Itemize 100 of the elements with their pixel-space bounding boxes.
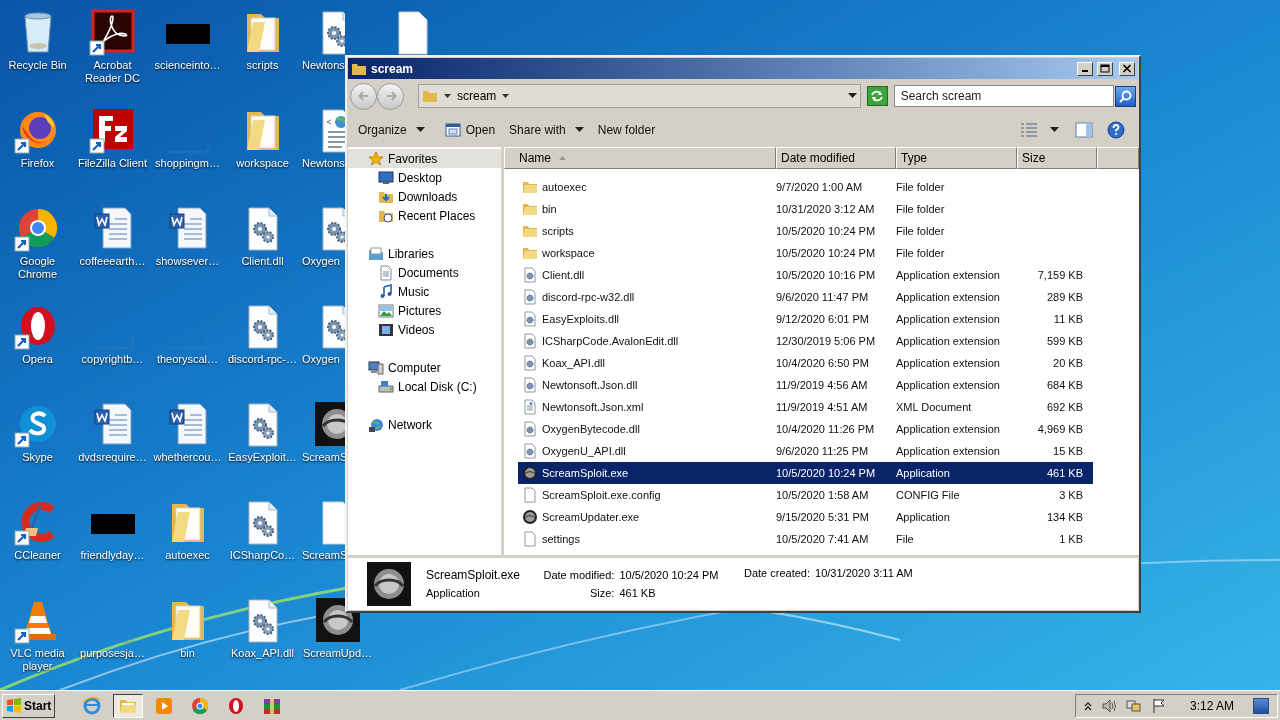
desktop-icon-label[interactable]: scripts (225, 59, 300, 72)
desktop-icon-label[interactable]: theoryscal… (150, 353, 225, 366)
desktop-icon-label[interactable]: Opera (0, 353, 75, 366)
desktop-icon-label[interactable]: scienceinto… (150, 59, 225, 72)
nav-item[interactable]: Favorites (348, 149, 501, 168)
desktop-icon-label[interactable]: Koax_API.dll (225, 647, 300, 660)
nav-item[interactable]: Videos (348, 320, 501, 339)
nav-item[interactable]: Computer (348, 358, 501, 377)
caret-icon[interactable] (502, 93, 510, 99)
search-button[interactable] (1115, 85, 1136, 107)
desktop-icon-label[interactable]: dvdsrequire… (75, 451, 150, 464)
library-icon (368, 245, 384, 262)
desktop-icon-label[interactable]: FileZilla Client (75, 157, 150, 170)
desktop-icon-label[interactable]: Oxygen (300, 353, 340, 366)
clock[interactable]: 3:12 AM (1189, 696, 1234, 715)
nav-item[interactable]: Recent Places (348, 206, 501, 225)
desktop-icon-label[interactable]: Newtons (300, 157, 345, 170)
desktop-icon-label[interactable]: Acrobat Reader DC (75, 59, 150, 85)
desktop-icon-label[interactable]: ICSharpCo… (225, 549, 300, 562)
music-note-icon (378, 283, 394, 300)
desktop-icon-label[interactable]: showsever… (150, 255, 225, 268)
desktop-icon-label[interactable]: Oxygen (300, 255, 340, 268)
network-icon[interactable] (1125, 697, 1142, 714)
column-header[interactable]: Size (1017, 147, 1097, 169)
search-field[interactable]: Search scream (893, 85, 1115, 107)
desktop-icon-label[interactable]: autoexec (150, 549, 225, 562)
caret-icon[interactable] (1050, 127, 1059, 133)
file-row[interactable]: EasyExploits.dll 9/12/2020 6:01 PM Application extension 11 KB (518, 308, 1093, 330)
speaker-icon[interactable] (1100, 697, 1117, 714)
file-row[interactable]: workspace 10/5/2020 10:24 PM File folder (518, 242, 1093, 264)
nav-item[interactable]: Desktop (348, 168, 501, 187)
desktop-icon-label[interactable]: workspace (225, 157, 300, 170)
file-row[interactable]: Koax_API.dll 10/4/2020 6:50 PM Application extension 20 KB (518, 352, 1093, 374)
breadcrumb[interactable]: scream (457, 87, 497, 105)
file-row[interactable]: ICSharpCode.AvalonEdit.dll 12/30/2019 5:06 PM Application extension 599 KB (518, 330, 1093, 352)
chevron-up-icon[interactable] (1083, 700, 1092, 711)
folder-icon (522, 179, 538, 195)
desktop-icon-label[interactable]: Recycle Bin (0, 59, 75, 72)
desktop-icon-label[interactable]: bin (150, 647, 225, 660)
desktop-icon-label[interactable]: Newtons (300, 59, 345, 72)
file-row[interactable]: bin 10/31/2020 3:12 AM File folder (518, 198, 1093, 220)
flag-icon[interactable] (1150, 697, 1167, 714)
minimize-button[interactable] (1077, 61, 1093, 76)
chevron-icon[interactable] (444, 93, 451, 99)
caret-icon[interactable] (847, 93, 857, 99)
file-row[interactable]: ScreamSploit.exe 10/5/2020 10:24 PM Application 461 KB (518, 462, 1093, 484)
nav-item[interactable]: Local Disk (C:) (348, 377, 501, 396)
toolbar-button[interactable]: Open (439, 118, 501, 142)
file-name: OxygenBytecode.dll (542, 421, 640, 437)
size-cell-text: 461 KB (1046, 465, 1083, 481)
file-row[interactable]: OxygenU_API.dll 9/6/2020 11:25 PM Application extension 15 KB (518, 440, 1093, 462)
file-row[interactable]: Newtonsoft.Json.xml 11/9/2019 4:51 AM XML Document 692 KB (518, 396, 1093, 418)
desktop-icon-label[interactable]: purposesja… (75, 647, 150, 660)
nav-item[interactable]: Network (348, 415, 501, 434)
refresh-button[interactable] (866, 86, 888, 106)
desktop-icon-label[interactable]: shoppingm… (150, 157, 225, 170)
file-row[interactable]: Client.dll 10/5/2020 10:16 PM Application extension 7,159 KB (518, 264, 1093, 286)
file-name: ScreamUpdater.exe (542, 509, 640, 525)
column-header[interactable]: Type (896, 147, 1017, 169)
show-desktop-button[interactable] (1253, 697, 1269, 714)
file-row[interactable]: settings 10/5/2020 7:41 AM File 1 KB (518, 528, 1093, 550)
desktop-icon-label[interactable]: Google Chrome (0, 255, 75, 281)
nav-item[interactable]: Documents (348, 263, 501, 282)
desktop-icon-label[interactable]: VLC media player (0, 647, 75, 673)
maximize-button[interactable] (1097, 61, 1113, 76)
nav-item[interactable]: Music (348, 282, 501, 301)
toolbar-button[interactable]: Organize (353, 118, 430, 142)
column-header[interactable]: Name (504, 147, 776, 169)
desktop-icon-label[interactable]: Client.dll (225, 255, 300, 268)
start-button[interactable]: Start (2, 693, 56, 718)
taskbar-button[interactable] (113, 693, 144, 718)
file-row[interactable]: scripts 10/5/2020 10:24 PM File folder (518, 220, 1093, 242)
desktop-icon-label[interactable]: friendlyday… (75, 549, 150, 562)
desktop-icon-label[interactable]: coffeeearth… (75, 255, 150, 268)
toolbar-button[interactable]: Share with (504, 118, 589, 142)
close-button[interactable] (1119, 61, 1135, 76)
nav-item[interactable]: Downloads (348, 187, 501, 206)
file-row[interactable]: OxygenBytecode.dll 10/4/2020 11:26 PM Application extension 4,969 KB (518, 418, 1093, 440)
toolbar-button[interactable]: New folder (592, 118, 661, 142)
nav-item[interactable]: Libraries (348, 244, 501, 263)
desktop-icon-label[interactable]: Skype (0, 451, 75, 464)
file-row[interactable]: discord-rpc-w32.dll 9/6/2020 11:47 PM Application extension 289 KB (518, 286, 1093, 308)
size-cell-text: 692 KB (1046, 399, 1083, 415)
file-row[interactable]: autoexec 9/7/2020 1:00 AM File folder (518, 176, 1093, 198)
desktop-icon-label[interactable]: discord-rpc-… (225, 353, 300, 366)
gear-file-icon (522, 333, 538, 349)
desktop-icon-label[interactable]: whethercou… (150, 451, 225, 464)
desktop-icon-label[interactable]: EasyExploit… (225, 451, 300, 464)
desktop-icon-label[interactable]: Firefox (0, 157, 75, 170)
desktop-icon-label[interactable]: CCleaner (0, 549, 75, 562)
file-row[interactable]: Newtonsoft.Json.dll 11/9/2019 4:56 AM Application extension 684 KB (518, 374, 1093, 396)
file-row[interactable]: ScreamUpdater.exe 9/15/2020 5:31 PM Application 134 KB (518, 506, 1093, 528)
file-thumbnail[interactable] (365, 560, 413, 608)
address-bar[interactable]: scream (418, 84, 861, 108)
nav-item[interactable]: Pictures (348, 301, 501, 320)
file-name: autoexec (542, 179, 587, 195)
file-row[interactable]: ScreamSploit.exe.config 10/5/2020 1:58 AM CONFIG File 3 KB (518, 484, 1093, 506)
desktop-icon-label[interactable]: copyrightb… (75, 353, 150, 366)
help-icon[interactable] (1107, 121, 1125, 139)
column-header[interactable]: Date modified (776, 147, 896, 169)
